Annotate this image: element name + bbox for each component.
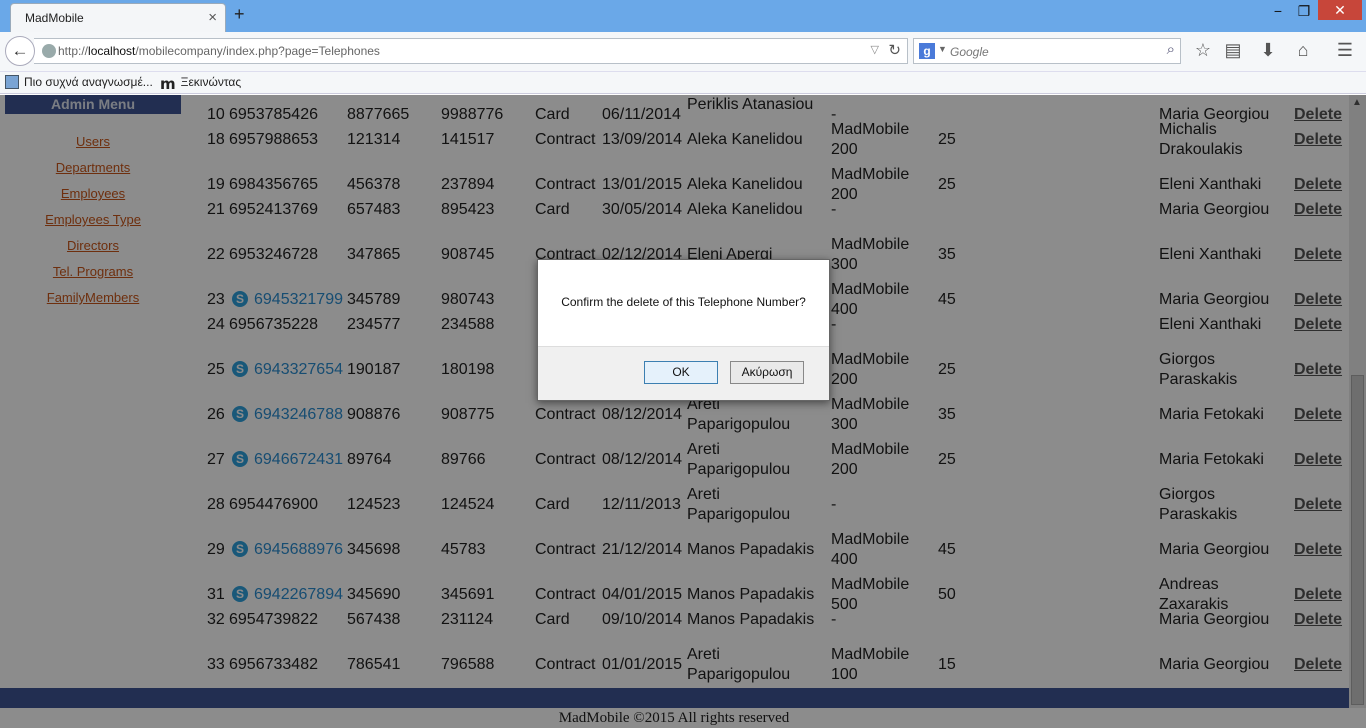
tab-title: MadMobile [25,11,84,25]
search-icon[interactable]: ⌕ [1167,41,1175,58]
dialog-footer: OK Ακύρωση [538,346,829,400]
home-icon[interactable]: ⌂ [1291,40,1315,61]
globe-icon [42,44,56,58]
back-button[interactable]: ← [5,36,35,66]
address-bar[interactable]: http://localhost/mobilecompany/index.php… [34,38,908,64]
search-placeholder: Google [950,45,989,59]
bookmark-getting-started[interactable]: m Ξεκινώντας [160,75,241,93]
reload-icon[interactable]: ↻ [888,41,901,59]
page-content: Admin Menu Users Departments Employees E… [0,95,1366,728]
maximize-icon[interactable]: ❐ [1292,3,1316,20]
bookmarks-toolbar: Πιο συχνά αναγνωσμέ... m Ξεκινώντας [0,72,1366,94]
bookmark-most-visited[interactable]: Πιο συχνά αναγνωσμέ... [5,75,153,89]
bookmark-star-icon[interactable]: ☆ [1191,40,1215,61]
cancel-button[interactable]: Ακύρωση [730,361,804,384]
dialog-message: Confirm the delete of this Telephone Num… [561,295,806,309]
back-arrow-icon: ← [11,41,29,60]
confirm-dialog: Confirm the delete of this Telephone Num… [537,259,830,401]
title-bar: MadMobile × + − ❐ ✕ [0,0,1366,32]
google-icon: g [919,43,935,59]
bookmark-page-icon [5,75,19,89]
navigation-toolbar: http://localhost/mobilecompany/index.php… [0,32,1366,72]
m-logo-icon: m [160,75,176,93]
search-box[interactable]: g ▼ Google ⌕ [913,38,1181,64]
ok-button[interactable]: OK [644,361,718,384]
window-close-icon[interactable]: ✕ [1318,0,1362,20]
modal-overlay [0,95,1366,728]
search-engine-dropdown-icon[interactable]: ▼ [938,44,947,54]
url-dropdown-icon[interactable]: ▽ [871,43,879,56]
bookmarks-list-icon[interactable]: ▤ [1221,40,1245,61]
url-text: http://localhost/mobilecompany/index.php… [58,44,380,58]
tab-close-icon[interactable]: × [208,9,217,26]
browser-tab[interactable]: MadMobile × [10,3,226,32]
menu-icon[interactable]: ☰ [1333,40,1357,61]
minimize-icon[interactable]: − [1266,3,1290,19]
new-tab-icon[interactable]: + [234,4,245,25]
downloads-icon[interactable]: ⬇ [1256,40,1280,61]
